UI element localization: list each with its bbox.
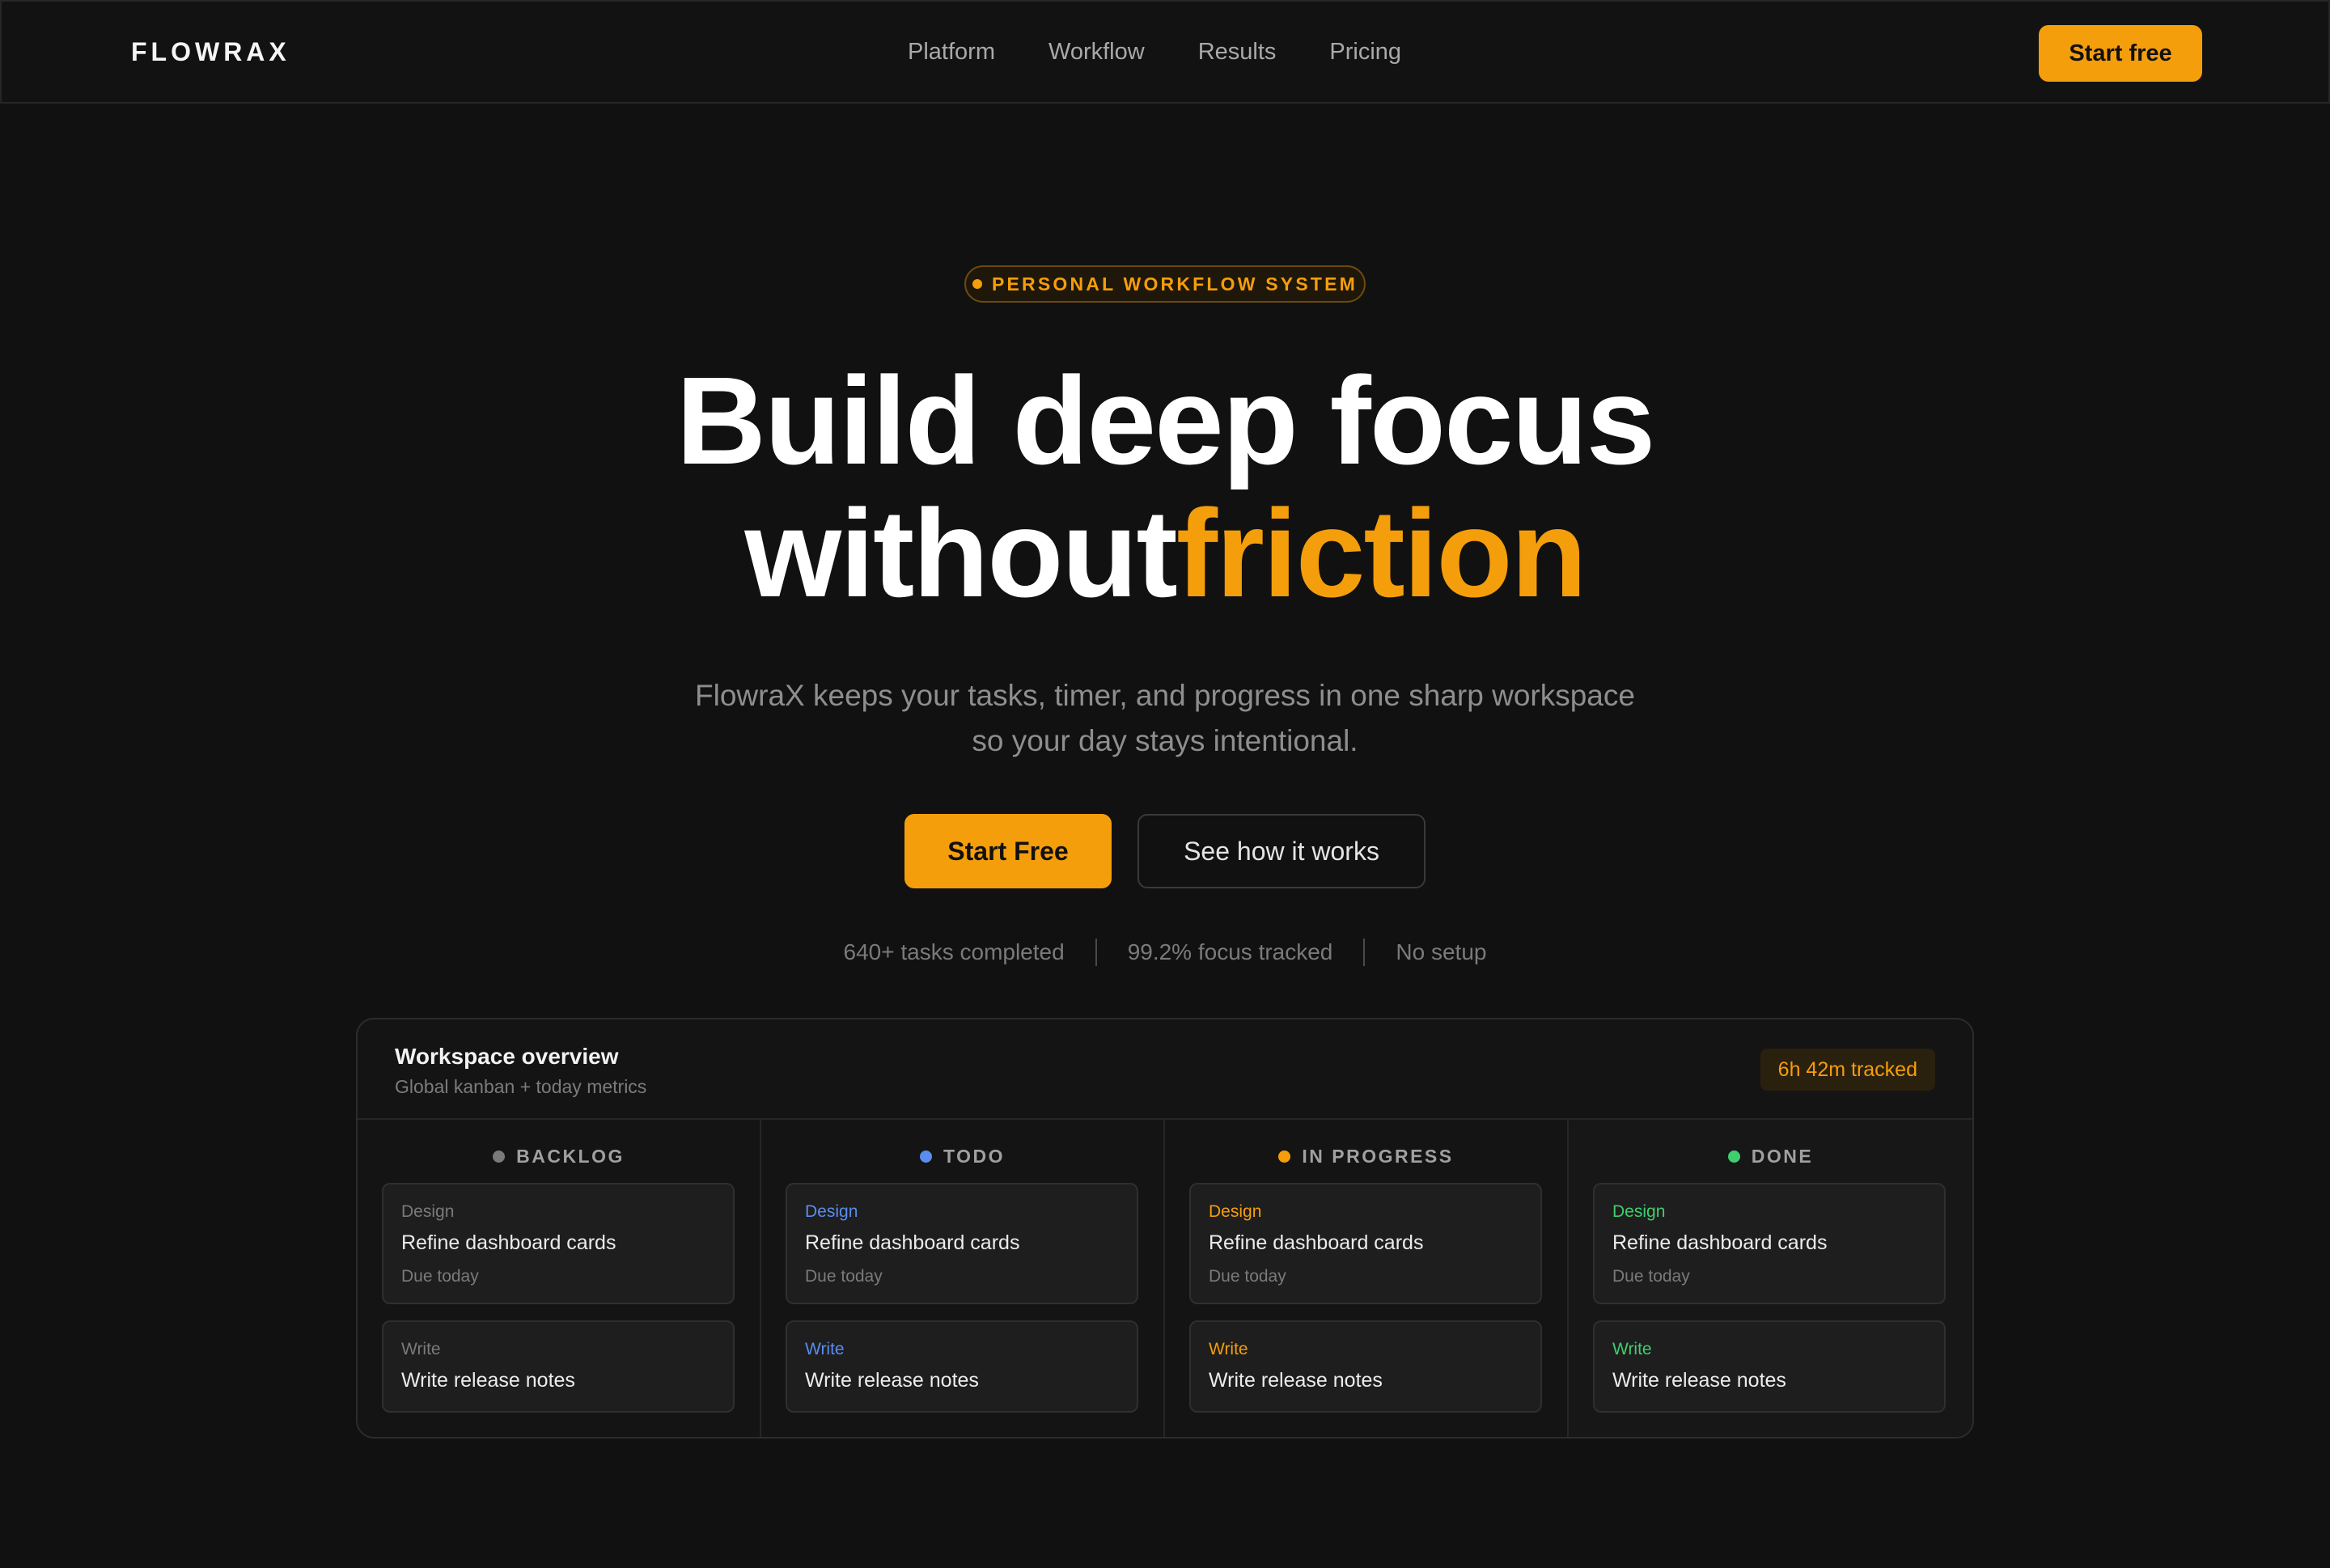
status-dot-icon	[493, 1151, 506, 1163]
kanban-column-backlog: BACKLOG Design Refine dashboard cards Du…	[358, 1120, 761, 1437]
status-dot-icon	[919, 1151, 932, 1163]
logo[interactable]: FLOWRAX	[131, 37, 290, 67]
headline-line-2: withoutfriction	[0, 487, 2330, 620]
kanban-column-done: DONE Design Refine dashboard cards Due t…	[1569, 1120, 1972, 1437]
headline-accent: friction	[1176, 484, 1587, 623]
workspace-subtitle: Global kanban + today metrics	[395, 1076, 647, 1097]
kanban-board: BACKLOG Design Refine dashboard cards Du…	[358, 1120, 1972, 1437]
nav-links: Platform Workflow Results Pricing	[908, 39, 1401, 66]
card-tag: Write	[1209, 1340, 1248, 1358]
column-header: BACKLOG	[358, 1146, 760, 1168]
card-title: Refine dashboard cards	[1209, 1231, 1424, 1254]
card-title: Write release notes	[401, 1369, 575, 1392]
nav-start-free-button[interactable]: Start free	[2039, 25, 2202, 82]
status-dot-icon	[1727, 1151, 1740, 1163]
tracked-time-badge: 6h 42m tracked	[1760, 1049, 1935, 1091]
top-nav: FLOWRAX Platform Workflow Results Pricin…	[0, 0, 2330, 104]
card-title: Write release notes	[1612, 1369, 1786, 1392]
hero-headline: Build deep focus withoutfriction	[0, 354, 2330, 620]
see-how-it-works-button[interactable]: See how it works	[1137, 814, 1426, 888]
column-header: IN PROGRESS	[1165, 1146, 1567, 1168]
column-label: IN PROGRESS	[1302, 1146, 1454, 1167]
card-tag: Write	[1612, 1340, 1652, 1358]
card-tag: Design	[805, 1202, 858, 1221]
column-header: DONE	[1569, 1146, 1972, 1168]
task-card[interactable]: Write Write release notes	[786, 1320, 1138, 1413]
card-title: Write release notes	[1209, 1369, 1383, 1392]
task-card[interactable]: Write Write release notes	[1189, 1320, 1542, 1413]
kanban-column-todo: TODO Design Refine dashboard cards Due t…	[761, 1120, 1165, 1437]
workspace-title: Workspace overview	[395, 1044, 619, 1069]
badge-label: PERSONAL WORKFLOW SYSTEM	[991, 273, 1358, 295]
task-card[interactable]: Design Refine dashboard cards Due today	[786, 1183, 1138, 1304]
landing-page: FLOWRAX Platform Workflow Results Pricin…	[0, 0, 2330, 1568]
task-card[interactable]: Design Refine dashboard cards Due today	[1593, 1183, 1946, 1304]
column-label: DONE	[1751, 1146, 1814, 1167]
kanban-column-in-progress: IN PROGRESS Design Refine dashboard card…	[1165, 1120, 1569, 1437]
headline-line-1: Build deep focus	[676, 351, 1656, 490]
task-card[interactable]: Design Refine dashboard cards Due today	[382, 1183, 735, 1304]
card-tag: Design	[401, 1202, 455, 1221]
stat-tasks: 640+ tasks completed	[843, 939, 1065, 964]
card-tag: Write	[401, 1340, 441, 1358]
subtitle-line-1: FlowraX keeps your tasks, timer, and pro…	[695, 679, 1635, 712]
card-title: Refine dashboard cards	[1612, 1231, 1828, 1254]
task-card[interactable]: Write Write release notes	[1593, 1320, 1946, 1413]
card-due: Due today	[401, 1267, 479, 1286]
nav-link-workflow[interactable]: Workflow	[1048, 39, 1145, 66]
card-title: Refine dashboard cards	[401, 1231, 616, 1254]
card-tag: Write	[805, 1340, 845, 1358]
badge-dot-icon	[972, 279, 982, 289]
status-dot-icon	[1278, 1151, 1291, 1163]
card-tag: Design	[1612, 1202, 1666, 1221]
nav-link-platform[interactable]: Platform	[908, 39, 995, 66]
hero-badge: PERSONAL WORKFLOW SYSTEM	[964, 265, 1366, 303]
stat-focus: 99.2% focus tracked	[1127, 939, 1333, 964]
stat-divider	[1363, 939, 1366, 966]
subtitle-line-2: so your day stays intentional.	[972, 724, 1358, 757]
nav-link-results[interactable]: Results	[1198, 39, 1277, 66]
task-card[interactable]: Write Write release notes	[382, 1320, 735, 1413]
workspace-header: Workspace overview Global kanban + today…	[358, 1019, 1972, 1120]
column-label: TODO	[943, 1146, 1006, 1167]
workspace-panel: Workspace overview Global kanban + today…	[356, 1018, 1974, 1439]
card-tag: Design	[1209, 1202, 1262, 1221]
column-label: BACKLOG	[516, 1146, 625, 1167]
card-due: Due today	[1209, 1267, 1286, 1286]
card-title: Write release notes	[805, 1369, 979, 1392]
card-title: Refine dashboard cards	[805, 1231, 1020, 1254]
column-header: TODO	[761, 1146, 1163, 1168]
card-due: Due today	[1612, 1267, 1690, 1286]
nav-link-pricing[interactable]: Pricing	[1329, 39, 1401, 66]
task-card[interactable]: Design Refine dashboard cards Due today	[1189, 1183, 1542, 1304]
card-due: Due today	[805, 1267, 883, 1286]
hero-subtitle: FlowraX keeps your tasks, timer, and pro…	[631, 673, 1699, 764]
hero-stats: 640+ tasks completed 99.2% focus tracked…	[0, 939, 2330, 966]
stat-divider	[1095, 939, 1097, 966]
start-free-button[interactable]: Start Free	[904, 814, 1112, 888]
headline-plain: without	[744, 484, 1177, 623]
stat-setup: No setup	[1396, 939, 1487, 964]
